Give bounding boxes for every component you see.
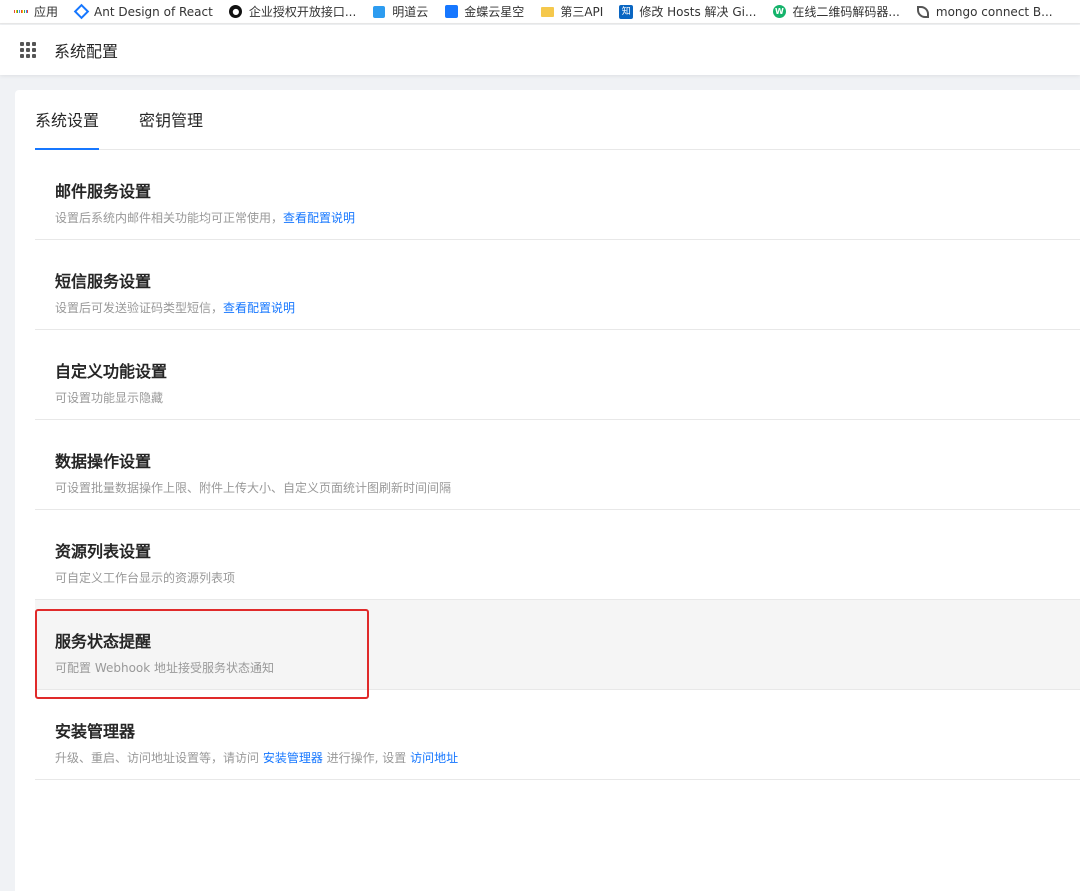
bookmark-hosts[interactable]: 知 修改 Hosts 解决 Gi...: [619, 3, 756, 20]
settings-item-service-status[interactable]: 服务状态提醒 可配置 Webhook 地址接受服务状态通知: [35, 600, 1080, 690]
bookmark-label: 应用: [34, 5, 59, 19]
item-title: 邮件服务设置: [55, 182, 152, 201]
item-title: 资源列表设置: [55, 542, 152, 561]
apps-grid-icon: [13, 5, 29, 19]
bookmark-enterprise-api[interactable]: ● 企业授权开放接口...: [229, 3, 356, 20]
item-title: 数据操作设置: [55, 452, 152, 471]
cube-logo-icon: [372, 5, 386, 19]
bookmark-label: 第三API: [560, 5, 604, 19]
bookmark-mongo[interactable]: mongo connect B...: [916, 5, 1053, 19]
tab-key-management[interactable]: 密钥管理: [139, 89, 203, 149]
bookmark-label: 金蝶云星空: [464, 5, 525, 19]
square-logo-icon: [444, 5, 458, 19]
view-config-link[interactable]: 查看配置说明: [283, 211, 355, 225]
settings-item-custom-features[interactable]: 自定义功能设置 可设置功能显示隐藏: [35, 330, 1080, 420]
item-title: 自定义功能设置: [55, 362, 168, 381]
top-header: 系统配置: [0, 25, 1080, 75]
bookmark-kingdee[interactable]: 金蝶云星空: [444, 3, 524, 20]
w-logo-icon: W: [772, 5, 786, 19]
item-desc: 可设置批量数据操作上限、附件上传大小、自定义页面统计图刷新时间间隔: [55, 481, 452, 495]
bookmarks-bar: 应用 Ant Design of React ● 企业授权开放接口... 明道云…: [0, 0, 1080, 24]
tab-bar: 系统设置 密钥管理: [35, 90, 1080, 150]
settings-item-mail[interactable]: 邮件服务设置 设置后系统内邮件相关功能均可正常使用，查看配置说明: [35, 150, 1080, 240]
item-title: 服务状态提醒: [55, 632, 152, 651]
settings-item-sms[interactable]: 短信服务设置 设置后可发送验证码类型短信，查看配置说明: [35, 240, 1080, 330]
circle-logo-icon: ●: [229, 5, 243, 19]
page-title: 系统配置: [54, 42, 119, 61]
leaf-logo-icon: [916, 5, 930, 19]
installer-link[interactable]: 安装管理器: [263, 751, 323, 765]
settings-item-resource-list[interactable]: 资源列表设置 可自定义工作台显示的资源列表项: [35, 510, 1080, 600]
item-title: 短信服务设置: [55, 272, 152, 291]
bookmark-ant-design[interactable]: Ant Design of React: [73, 3, 213, 20]
bookmark-label: mongo connect B...: [935, 4, 1053, 19]
item-desc-text: 设置后系统内邮件相关功能均可正常使用，: [55, 211, 284, 225]
bookmark-qr-decoder[interactable]: W 在线二维码解码器...: [772, 3, 900, 20]
bookmark-label: 修改 Hosts 解决 Gi...: [639, 5, 757, 19]
settings-item-data-operations[interactable]: 数据操作设置 可设置批量数据操作上限、附件上传大小、自定义页面统计图刷新时间间隔: [35, 420, 1080, 510]
bookmark-apps[interactable]: 应用: [13, 3, 59, 20]
item-desc: 可配置 Webhook 地址接受服务状态通知: [55, 661, 275, 675]
zhihu-logo-icon: 知: [619, 4, 634, 19]
bookmark-label: 在线二维码解码器...: [792, 5, 900, 19]
antd-logo-icon: [73, 3, 89, 20]
bookmark-label: 企业授权开放接口...: [248, 5, 357, 19]
item-desc-text: 设置后可发送验证码类型短信，: [55, 301, 224, 315]
bookmark-label: 明道云: [392, 5, 429, 19]
settings-card: 系统设置 密钥管理 邮件服务设置 设置后系统内邮件相关功能均可正常使用，查看配置…: [15, 90, 1080, 891]
item-desc-text: 升级、重启、访问地址设置等，请访问: [55, 751, 263, 765]
item-desc: 设置后系统内邮件相关功能均可正常使用，查看配置说明: [55, 209, 1080, 227]
folder-icon: [540, 5, 554, 19]
item-desc: 设置后可发送验证码类型短信，查看配置说明: [55, 299, 1080, 317]
item-desc: 升级、重启、访问地址设置等，请访问 安装管理器 进行操作, 设置 访问地址: [55, 749, 1080, 767]
item-title: 安装管理器: [55, 722, 136, 741]
tab-system-settings[interactable]: 系统设置: [35, 89, 100, 150]
item-desc-text: 进行操作, 设置: [322, 751, 411, 765]
apps-menu-icon[interactable]: [20, 42, 36, 58]
bookmark-third-api[interactable]: 第三API: [540, 3, 603, 20]
view-config-link[interactable]: 查看配置说明: [223, 301, 295, 315]
item-desc: 可设置功能显示隐藏: [55, 391, 164, 405]
access-address-link[interactable]: 访问地址: [410, 751, 458, 765]
bookmark-label: Ant Design of React: [94, 4, 213, 19]
bookmark-mingdao[interactable]: 明道云: [372, 3, 428, 20]
settings-list: 邮件服务设置 设置后系统内邮件相关功能均可正常使用，查看配置说明 短信服务设置 …: [35, 150, 1080, 780]
settings-item-installer[interactable]: 安装管理器 升级、重启、访问地址设置等，请访问 安装管理器 进行操作, 设置 访…: [35, 690, 1080, 780]
item-desc: 可自定义工作台显示的资源列表项: [55, 571, 236, 585]
